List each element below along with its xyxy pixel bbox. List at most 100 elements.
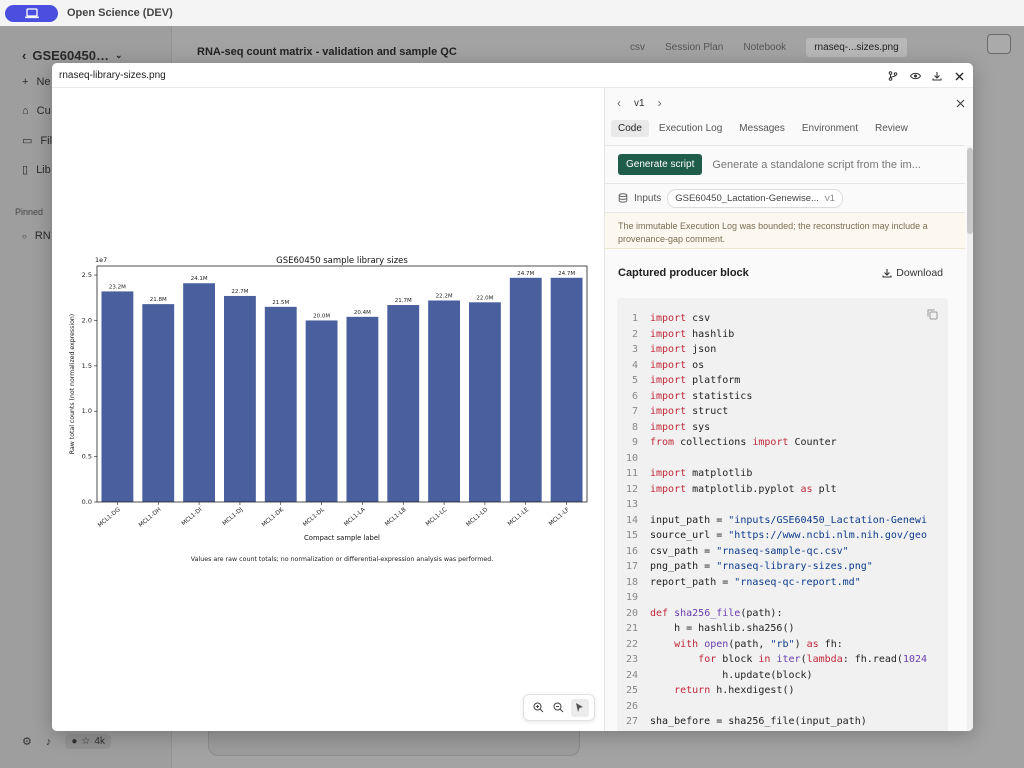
x-tick-label: MCL1-DK [261, 507, 285, 529]
code-line: 11 import matplotlib [617, 466, 948, 482]
code-line: 22 with open(path, "rb") as fh: [617, 637, 948, 653]
preview-button[interactable] [907, 68, 923, 84]
inputs-label: Inputs [634, 192, 662, 204]
code-token: csv_path = [650, 545, 717, 557]
bar-value-label: 22.2M [436, 293, 453, 299]
background-header-title: RNA-seq count matrix - validation and sa… [197, 46, 457, 58]
line-number: 11 [625, 468, 638, 479]
laptop-icon [24, 7, 39, 18]
line-number: 23 [625, 654, 638, 665]
code-token: with [674, 638, 699, 650]
tab-code[interactable]: Code [611, 120, 649, 137]
tab-execution-log[interactable]: Execution Log [652, 120, 729, 137]
tab-messages[interactable]: Messages [732, 120, 792, 137]
captured-block-title: Captured producer block [618, 267, 749, 279]
generate-script-input[interactable]: Generate a standalone script from the im… [712, 159, 934, 171]
code-lines: 1 import csv 2 import hashlib 3 import json 4 i… [617, 311, 948, 730]
x-tick-label: MCL1-LD [466, 507, 490, 528]
close-panel-button[interactable] [956, 95, 965, 113]
pointer-tool-button[interactable] [570, 698, 589, 717]
background-nav-label: Ne [36, 76, 51, 88]
branch-button[interactable] [885, 68, 901, 84]
code-text: for block in iter(lambda: fh.read(1024 [650, 652, 927, 668]
code-token: h.update(block) [650, 669, 813, 681]
bar [305, 320, 338, 502]
line-number: 19 [625, 592, 638, 603]
close-modal-button[interactable] [951, 68, 967, 84]
code-token: as [800, 483, 813, 495]
previous-version-button[interactable]: ‹ [617, 96, 621, 110]
line-number: 22 [625, 638, 638, 650]
code-token: for [698, 654, 717, 665]
code-token: 1024 [902, 654, 928, 665]
code-text: source_url = "https://www.ncbi.nlm.nih.g… [650, 528, 927, 544]
bar-value-label: 23.2M [109, 284, 126, 290]
line-number: 21 [625, 623, 638, 634]
y-tick-label: 0.0 [82, 498, 92, 506]
line-number: 24 [625, 669, 638, 681]
bar-value-label: 20.0M [313, 313, 330, 319]
panel-scrollbar[interactable] [967, 146, 973, 731]
x-tick-label: MCL1-DG [97, 507, 122, 529]
code-text: from collections import Counter [650, 435, 837, 451]
code-line: 8 import sys [617, 420, 948, 436]
code-text: import platform [650, 373, 740, 389]
tab-review[interactable]: Review [868, 120, 915, 137]
line-number: 14 [625, 514, 638, 526]
code-token: block [716, 654, 759, 665]
x-tick-label: MCL1-LB [384, 507, 407, 528]
panel-scrollbar-thumb[interactable] [967, 148, 973, 234]
bar-value-label: 24.7M [517, 271, 534, 277]
line-number: 9 [631, 437, 638, 448]
bar-value-label: 22.7M [231, 289, 248, 295]
download-image-button[interactable] [929, 68, 945, 84]
code-token: (path, [728, 638, 771, 650]
background-pinned-text: RN [34, 230, 51, 242]
zoom-in-icon [533, 702, 544, 713]
github-icon: ● [71, 736, 78, 747]
background-tab: Session Plan [665, 42, 724, 53]
code-token: import [650, 359, 687, 371]
background-tab-active: rnaseq-...sizes.png [806, 38, 907, 57]
zoom-in-button[interactable] [529, 699, 547, 717]
code-token: h = hashlib.sha256() [650, 623, 795, 634]
box-icon: ⌂ [22, 105, 29, 117]
next-version-button[interactable]: › [658, 96, 662, 110]
code-line: 17 png_path = "rnaseq-library-sizes.png" [617, 559, 948, 575]
app-logo[interactable] [5, 4, 58, 22]
bar [101, 291, 134, 502]
generate-script-button[interactable]: Generate script [618, 154, 703, 175]
book-icon: ▯ [22, 164, 29, 176]
code-token: import [650, 328, 687, 340]
code-token: json [686, 344, 717, 355]
download-code-button[interactable]: Download [882, 267, 943, 279]
bar [142, 304, 175, 502]
bar [468, 302, 501, 502]
code-token: lambda [806, 654, 843, 665]
background-tab: Notebook [743, 42, 787, 53]
code-token: import [752, 437, 789, 448]
code-line: 15 source_url = "https://www.ncbi.nlm.nih… [617, 528, 948, 544]
code-line: 27 sha_before = sha256_file(input_path) [617, 714, 948, 730]
bar-value-label: 21.5M [272, 300, 289, 306]
modal-actions [885, 68, 967, 84]
code-token: import [650, 468, 687, 479]
background-pinned-label: Pinned [15, 207, 44, 217]
line-number: 12 [625, 483, 638, 495]
tab-environment[interactable]: Environment [795, 120, 865, 137]
input-dataset-chip[interactable]: GSE60450_Lactation-Genewise... v1 [667, 188, 843, 208]
zoom-out-button[interactable] [550, 699, 568, 717]
bar-value-label: 24.7M [558, 271, 575, 277]
code-token: sha256_file [674, 607, 741, 619]
line-number: 13 [625, 499, 638, 510]
background-github-stars: ● ☆ 4k [65, 734, 111, 749]
captured-block-header: Captured producer block Download [605, 263, 965, 283]
background-nav-item: + Ne [22, 76, 51, 88]
bar-chart: GSE60450 sample library sizes 1e7 0.0 0.5 1.… [69, 256, 588, 563]
code-token: input_path = [650, 514, 729, 526]
x-tick-label: MCL1-LA [343, 507, 366, 528]
line-number: 5 [631, 375, 638, 386]
provenance-panel: ‹ v1 › Code Execution Log Messages Envir… [605, 88, 973, 731]
close-icon [956, 99, 965, 108]
